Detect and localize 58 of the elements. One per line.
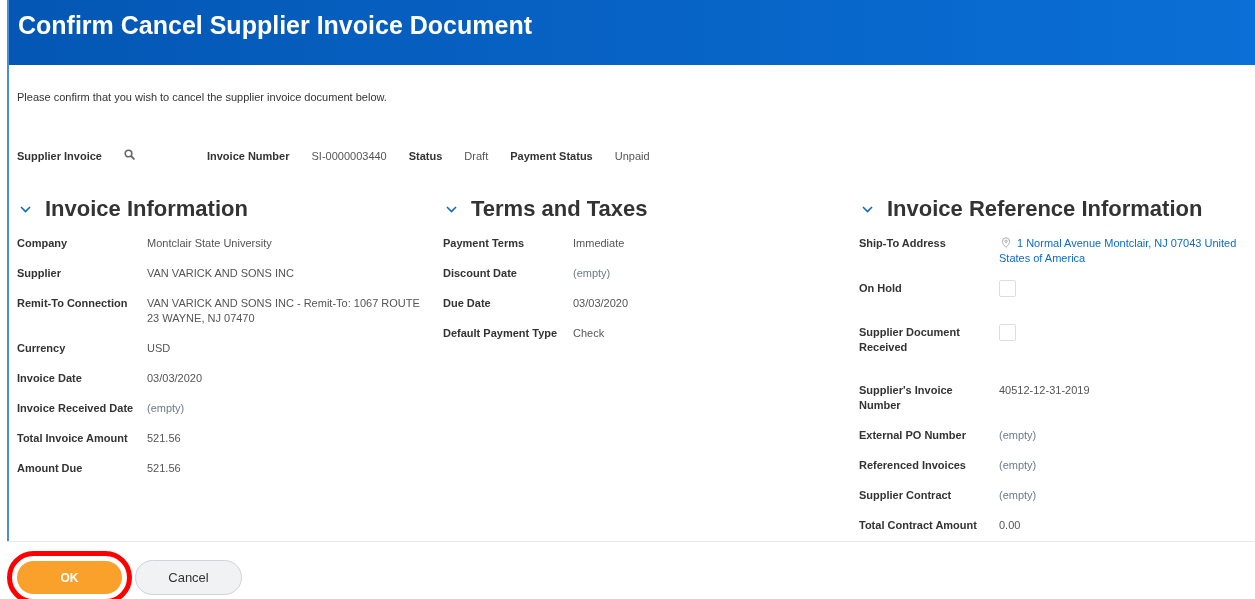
field-label: Invoice Date [17, 371, 83, 386]
field-value: 03/03/2020 [147, 371, 203, 386]
section-title: Terms and Taxes [471, 195, 648, 223]
field-label: Total Invoice Amount [17, 431, 129, 446]
field-label: Remit-To Connection [17, 296, 129, 311]
field-value: Draft [464, 148, 489, 164]
field-value: 0.00 [999, 518, 1021, 533]
field-label: Status [408, 148, 443, 164]
section-title: Invoice Reference Information [887, 195, 1203, 223]
chevron-down-icon[interactable] [446, 205, 457, 213]
field-label: Amount Due [17, 461, 84, 476]
field-value: (empty) [573, 266, 611, 281]
section-title: Invoice Information [45, 195, 248, 223]
field-value: 521.56 [147, 431, 181, 446]
field-label: Supplier [17, 266, 62, 281]
field-label: Supplier Document Received [859, 325, 961, 355]
chevron-down-icon[interactable] [20, 205, 31, 213]
field-label: Supplier's Invoice Number [859, 383, 954, 413]
field-value: SI-0000003440 [311, 148, 387, 164]
field-label: On Hold [859, 281, 903, 296]
field-value: Immediate [573, 236, 625, 251]
field-label: Payment Status [510, 148, 593, 164]
field-label: Discount Date [443, 266, 518, 281]
location-pin-icon [1001, 237, 1011, 248]
field-value: (empty) [999, 458, 1037, 473]
field-value: Unpaid [614, 148, 650, 164]
field-label: Supplier Invoice [17, 148, 102, 164]
field-value: VAN VARICK AND SONS INC - Remit-To: 1067 ROUTE 23 WAYNE, NJ 07470 [147, 296, 421, 326]
field-label: Invoice Received Date [17, 401, 135, 416]
field-label: External PO Number [859, 428, 967, 443]
checkbox[interactable] [999, 280, 1016, 297]
field-value: 40512-12-31-2019 [999, 383, 1090, 398]
chevron-down-icon[interactable] [862, 205, 873, 213]
field-label: Currency [17, 341, 67, 356]
page-title: Confirm Cancel Supplier Invoice Document [18, 10, 533, 40]
field-label: Supplier Contract [859, 488, 953, 503]
field-label: Ship-To Address [859, 236, 947, 251]
address-link[interactable]: 1 Normal Avenue Montclair, NJ 07043 United States of America [999, 236, 1251, 266]
instruction-text: Please confirm that you wish to cancel the supplier invoice document below. [17, 91, 387, 103]
field-value: Montclair State University [147, 236, 272, 251]
field-label: Payment Terms [443, 236, 526, 251]
cancel-button[interactable]: Cancel [135, 560, 242, 595]
field-value: (empty) [147, 401, 185, 416]
field-value: 03/03/2020 [573, 296, 629, 311]
field-value: USD [147, 341, 171, 356]
field-value: (empty) [999, 488, 1037, 503]
field-value: 521.56 [147, 461, 181, 476]
field-label: Due Date [443, 296, 492, 311]
search-icon[interactable] [123, 148, 135, 160]
field-label: Referenced Invoices [859, 458, 967, 473]
field-value: Check [573, 326, 605, 341]
field-label: Company [17, 236, 69, 251]
field-label: Default Payment Type [443, 326, 559, 341]
field-label: Total Contract Amount [859, 518, 978, 533]
field-value: VAN VARICK AND SONS INC [147, 266, 294, 281]
checkbox[interactable] [999, 324, 1016, 341]
field-label: Invoice Number [206, 148, 290, 164]
field-value: (empty) [999, 428, 1037, 443]
